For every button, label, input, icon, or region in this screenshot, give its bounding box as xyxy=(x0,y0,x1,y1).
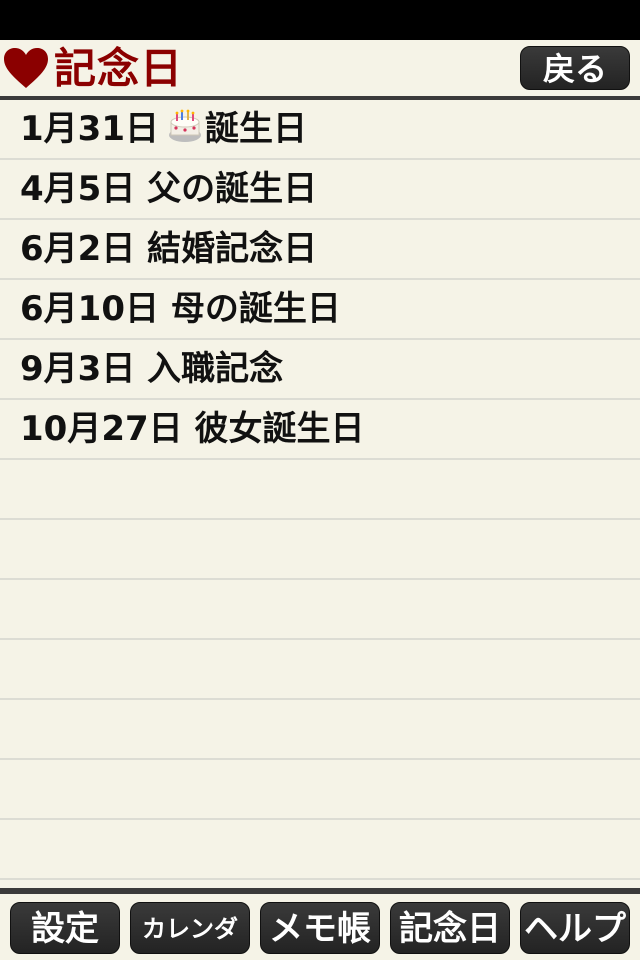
anniversary-date: 4月5日 xyxy=(20,169,136,209)
tab-calendar[interactable]: カレンダ xyxy=(130,902,250,954)
empty-row xyxy=(0,520,640,580)
empty-row xyxy=(0,580,640,640)
tab-memo[interactable]: メモ帳 xyxy=(260,902,380,954)
anniversary-text: 4月5日 父の誕生日 xyxy=(20,166,317,212)
anniversary-label: 入職記念 xyxy=(147,349,284,389)
tab-settings[interactable]: 設定 xyxy=(10,902,120,954)
tab-help[interactable]: ヘルプ xyxy=(520,902,630,954)
anniversary-date: 6月2日 xyxy=(20,229,136,269)
anniversary-text: 1月31日 誕生日 xyxy=(20,106,307,152)
anniversary-label: 父の誕生日 xyxy=(147,169,318,209)
anniversary-row[interactable]: 4月5日 父の誕生日 xyxy=(0,160,640,220)
anniversary-label: 母の誕生日 xyxy=(170,289,341,329)
page-title: 記念日 xyxy=(54,44,184,93)
anniversary-date: 10月27日 xyxy=(20,409,183,449)
anniversary-text: 6月2日 結婚記念日 xyxy=(20,226,317,272)
heart-icon xyxy=(4,48,48,88)
anniversary-date: 6月10日 xyxy=(20,289,159,329)
empty-row xyxy=(0,460,640,520)
anniversary-row[interactable]: 9月3日 入職記念 xyxy=(0,340,640,400)
empty-row xyxy=(0,760,640,820)
tab-bar: 設定 カレンダ メモ帳 記念日 ヘルプ xyxy=(0,894,640,960)
empty-row xyxy=(0,820,640,880)
header-bar: 記念日 戻る xyxy=(0,40,640,96)
tab-anniversary[interactable]: 記念日 xyxy=(390,902,510,954)
anniversary-label: 誕生日 xyxy=(204,109,307,149)
empty-row xyxy=(0,640,640,700)
anniversary-row[interactable]: 6月2日 結婚記念日 xyxy=(0,220,640,280)
anniversary-list: 1月31日 誕生日 4月5日 父の誕生日 6月2日 結婚記念日 6月10日 母の… xyxy=(0,100,640,888)
anniversary-text: 9月3日 入職記念 xyxy=(20,346,283,392)
birthday-cake-icon xyxy=(168,109,201,142)
empty-row xyxy=(0,700,640,760)
anniversary-row[interactable]: 1月31日 誕生日 xyxy=(0,100,640,160)
anniversary-label: 彼女誕生日 xyxy=(194,409,365,449)
anniversary-date: 1月31日 xyxy=(20,109,159,149)
anniversary-label: 結婚記念日 xyxy=(147,229,318,269)
anniversary-row[interactable]: 10月27日 彼女誕生日 xyxy=(0,400,640,460)
anniversary-text: 10月27日 彼女誕生日 xyxy=(20,406,364,452)
anniversary-row[interactable]: 6月10日 母の誕生日 xyxy=(0,280,640,340)
status-bar xyxy=(0,0,640,40)
anniversary-date: 9月3日 xyxy=(20,349,136,389)
back-button[interactable]: 戻る xyxy=(520,46,630,90)
anniversary-text: 6月10日 母の誕生日 xyxy=(20,286,341,332)
